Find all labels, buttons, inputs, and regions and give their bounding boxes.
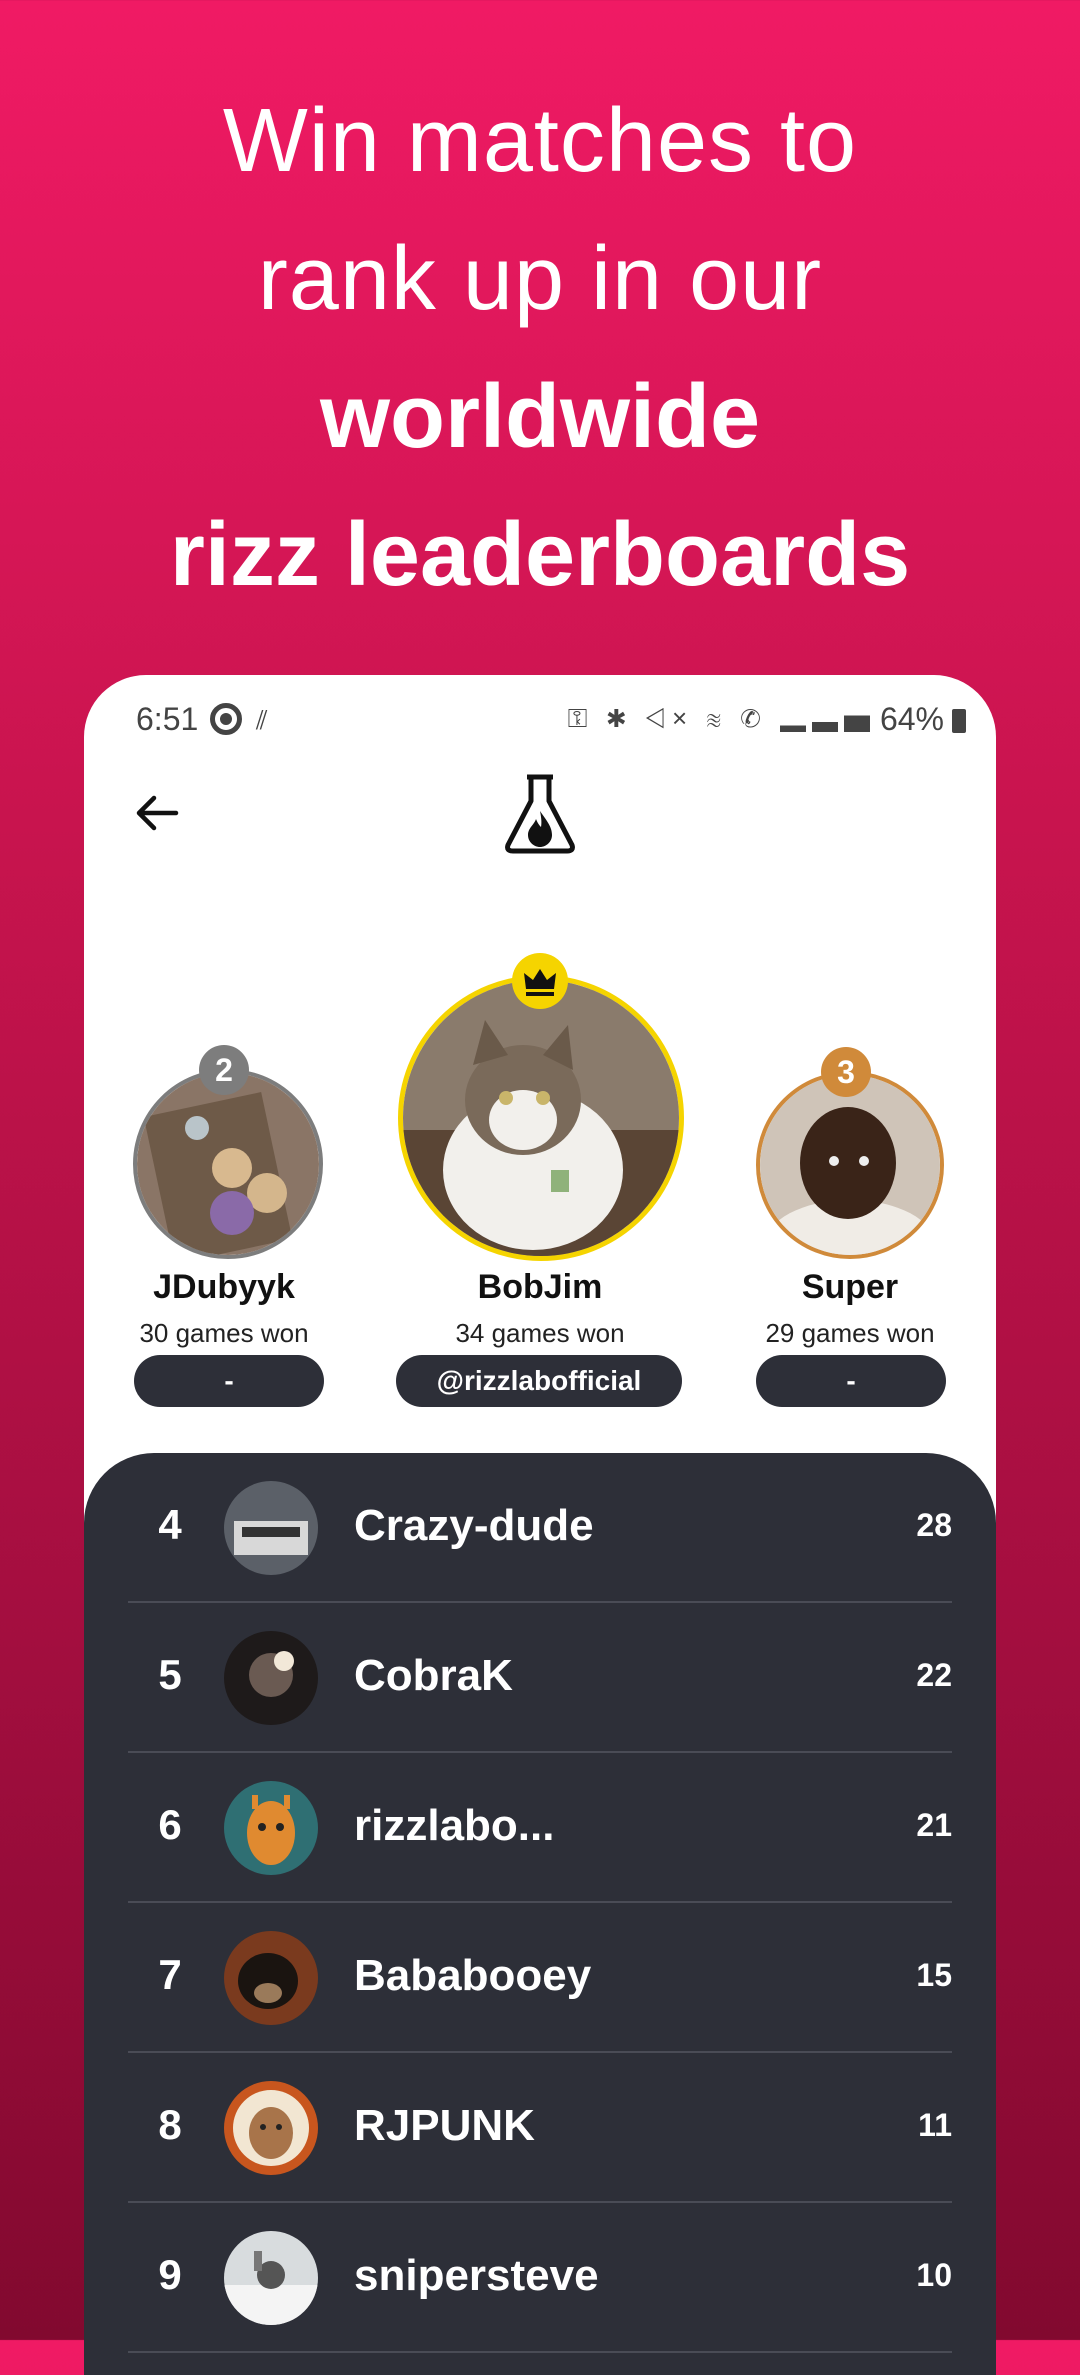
avatar-image [224,2081,318,2175]
avatar-image [224,2231,318,2325]
row-name: snipersteve [354,2251,599,2300]
flask-flame-icon [505,774,575,854]
row-score: 21 [916,1807,952,1843]
avatar-image [224,1481,318,1575]
row-name: Crazy-dude [354,1501,594,1550]
leaderboard-row[interactable]: 7 Bababooey 15 [128,1903,952,2053]
podium-handle[interactable]: - [756,1355,946,1407]
row-rank: 5 [158,1651,182,1698]
rank-badge-3: 3 [821,1047,871,1097]
row-score: 11 [918,2107,952,2143]
crown-icon [524,969,556,996]
podium-handle[interactable]: @rizzlabofficial [396,1355,682,1407]
row-name: RJPUNK [354,2101,535,2150]
arrow-left-icon [136,795,179,831]
avatar [224,1931,318,2025]
row-score: 28 [916,1507,952,1543]
battery-icon [952,709,966,733]
status-time: 6:51 [136,701,199,737]
avatar-image [224,1631,318,1725]
headline-line-2: rank up in our [257,229,823,329]
leaderboard-row[interactable]: 6 rizzlabo... 21 [128,1753,952,1903]
podium-name: Super [801,1268,899,1306]
avatar [756,1071,944,1259]
avatar [224,2231,318,2325]
row-rank: 7 [158,1951,182,1998]
avatar-image [760,1075,940,1255]
leaderboard-row[interactable]: 4 Crazy-dude 28 [128,1453,952,1603]
phone-screen: 6:51 ⫽ ⚿ ✱ ◁× ≋ ✆ ▂▃▅ 64% 2 JDubyyk 30 g… [84,675,996,2375]
podium-name: BobJim [477,1268,603,1306]
headline-line-1: Win matches to [222,91,858,191]
headline-line-4: rizz leaderboards [169,505,911,605]
row-name: Bababooey [354,1951,592,2000]
avatar [224,1631,318,1725]
row-divider [128,2351,952,2353]
leaderboard-list: 4 Crazy-dude 28 5 CobraK 22 6 rizzlabo..… [84,1453,996,2375]
row-rank: 6 [158,1801,182,1848]
avatar-image [224,1781,318,1875]
status-bar: 6:51 ⫽ ⚿ ✱ ◁× ≋ ✆ ▂▃▅ 64% [84,675,996,765]
battery-percent: 64% [879,701,944,737]
leaderboard-row[interactable]: 5 CobraK 22 [128,1603,952,1753]
app-logo [500,771,580,855]
status-icons: ⚿ ✱ ◁× ≋ ✆ ▂▃▅ [567,703,876,733]
row-name: rizzlabo... [354,1801,555,1850]
podium-handle[interactable]: - [134,1355,324,1407]
signal-stripes-icon: ⫽ [256,705,268,735]
podium-games: 30 games won [139,1318,309,1348]
podium-games: 34 games won [455,1318,625,1348]
row-rank: 9 [158,2251,182,2298]
podium-name: JDubyyk [153,1268,295,1306]
avatar [133,1069,323,1259]
row-rank: 4 [158,1501,182,1548]
back-button[interactable] [128,783,188,843]
headline-line-3: worldwide [319,367,761,467]
leaderboard-row[interactable]: 8 RJPUNK 11 [128,2053,952,2203]
avatar-image [403,980,679,1256]
avatar [224,1781,318,1875]
podium-games: 29 games won [765,1318,935,1348]
row-score: 15 [916,1957,952,1993]
leaderboard-row[interactable]: 9 snipersteve 10 [128,2203,952,2353]
row-score: 10 [916,2257,952,2293]
avatar-image [137,1073,319,1255]
avatar [224,1481,318,1575]
row-score: 22 [916,1657,952,1693]
rank-badge-2: 2 [199,1045,249,1095]
crown-badge [512,953,568,1009]
row-name: CobraK [354,1651,513,1700]
row-rank: 8 [158,2101,182,2148]
avatar [398,975,684,1261]
headline: Win matches to rank up in our worldwide … [0,72,1080,624]
avatar [224,2081,318,2175]
avatar-image [224,1931,318,2025]
target-icon [210,703,242,735]
